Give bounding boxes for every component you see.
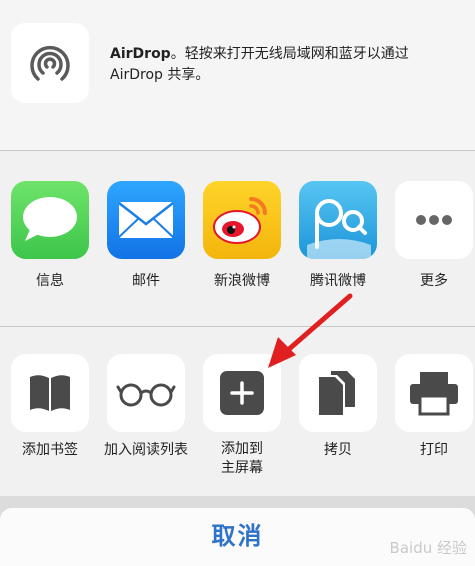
watermark: Baidu 经验 [389, 539, 467, 557]
annotation-arrow [268, 293, 353, 368]
